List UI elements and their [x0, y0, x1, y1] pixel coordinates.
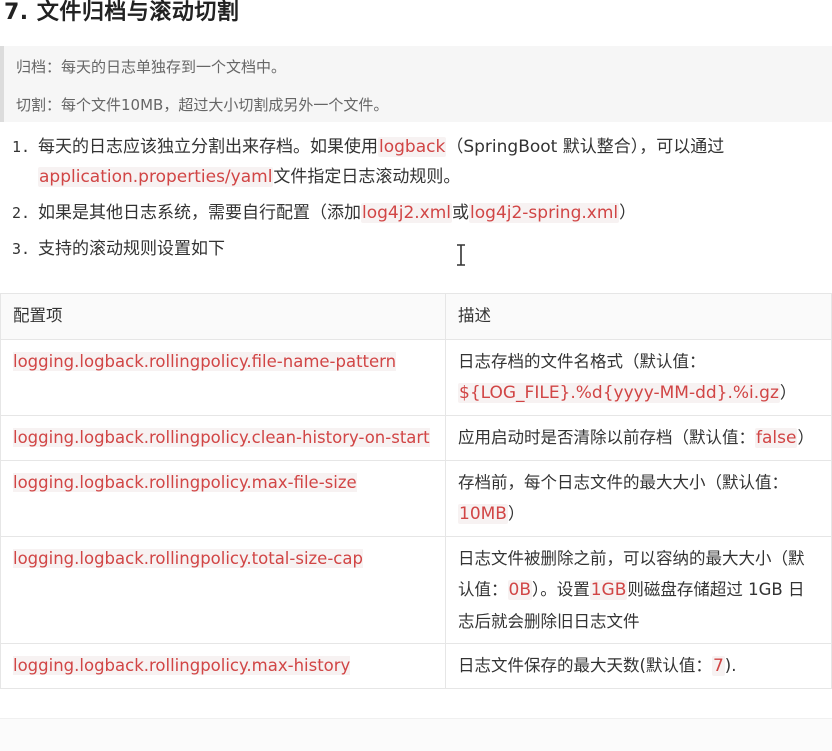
list-text: 每天的日志应该独立分割出来存档。如果使用	[38, 137, 378, 157]
default-value-code: 0B	[507, 580, 532, 600]
config-description: 日志存档的文件名格式（默认值：${LOG_FILE}.%d{yyyy-MM-dd…	[445, 339, 832, 416]
quote-split-line: 切割：每个文件10MB，超过大小切割成另外一个文件。	[16, 96, 389, 114]
list-text: （SpringBoot 默认整合），可以通过	[446, 137, 725, 157]
config-key: logging.logback.rollingpolicy.max-histor…	[0, 643, 446, 689]
inline-code-log4j2-spring: log4j2-spring.xml	[469, 203, 620, 223]
bottom-scroll-area	[0, 718, 832, 751]
blockquote: 归档：每天的日志单独存到一个文档中。 切割：每个文件10MB，超过大小切割成另外…	[0, 46, 832, 122]
list-item: 1. 每天的日志应该独立分割出来存档。如果使用logback（SpringBoo…	[12, 132, 827, 192]
quote-archive-line: 归档：每天的日志单独存到一个文档中。	[16, 58, 287, 76]
config-description: 日志文件保存的最大天数(默认值：7).	[445, 643, 832, 689]
list-text: 支持的滚动规则设置如下	[38, 239, 225, 259]
list-number: 2.	[12, 204, 31, 222]
config-table: 配置项 描述 logging.logback.rollingpolicy.fil…	[0, 293, 832, 689]
header-description: 描述	[445, 293, 832, 340]
config-key: logging.logback.rollingpolicy.file-name-…	[0, 339, 446, 416]
list-text: ）	[619, 203, 637, 223]
default-value-code: 10MB	[458, 504, 508, 524]
default-value-code: ${LOG_FILE}.%d{yyyy-MM-dd}.%i.gz	[458, 383, 780, 403]
table-row: logging.logback.rollingpolicy.max-histor…	[0, 643, 832, 689]
header-config-item: 配置项	[0, 293, 446, 340]
inline-code-1gb: 1GB	[589, 580, 628, 600]
list-text: 文件指定日志滚动规则。	[273, 167, 461, 187]
inline-code-log4j2: log4j2.xml	[361, 203, 453, 223]
list-item: 2. 如果是其他日志系统，需要自行配置（添加log4j2.xml或log4j2-…	[12, 198, 827, 228]
default-value-code: 7	[711, 656, 725, 676]
table-row: logging.logback.rollingpolicy.file-name-…	[0, 339, 832, 416]
config-key: logging.logback.rollingpolicy.clean-hist…	[0, 415, 446, 461]
list-number: 3.	[12, 240, 31, 258]
list-text: 如果是其他日志系统，需要自行配置（添加	[38, 203, 361, 223]
inline-code-logback: logback	[378, 137, 447, 157]
section-heading: 7. 文件归档与滚动切割	[4, 0, 240, 25]
text-cursor-icon	[457, 244, 465, 266]
config-description: 应用启动时是否清除以前存档（默认值：false）	[445, 415, 832, 461]
inline-code-app-properties: application.properties/yaml	[38, 167, 274, 187]
table-row: logging.logback.rollingpolicy.max-file-s…	[0, 460, 832, 537]
numbered-list: 1. 每天的日志应该独立分割出来存档。如果使用logback（SpringBoo…	[12, 132, 827, 264]
default-value-code: false	[755, 428, 798, 448]
list-text: 或	[452, 203, 470, 223]
config-key: logging.logback.rollingpolicy.max-file-s…	[0, 460, 446, 537]
list-item: 3. 支持的滚动规则设置如下	[12, 234, 827, 264]
config-description: 日志文件被删除之前，可以容纳的最大大小（默认值：0B）。设置1GB则磁盘存储超过…	[445, 536, 832, 644]
config-key: logging.logback.rollingpolicy.total-size…	[0, 536, 446, 644]
table-row: logging.logback.rollingpolicy.clean-hist…	[0, 415, 832, 461]
table-header-row: 配置项 描述	[0, 293, 832, 340]
config-description: 存档前，每个日志文件的最大大小（默认值：10MB）	[445, 460, 832, 537]
table-row: logging.logback.rollingpolicy.total-size…	[0, 536, 832, 644]
list-number: 1.	[12, 138, 31, 156]
